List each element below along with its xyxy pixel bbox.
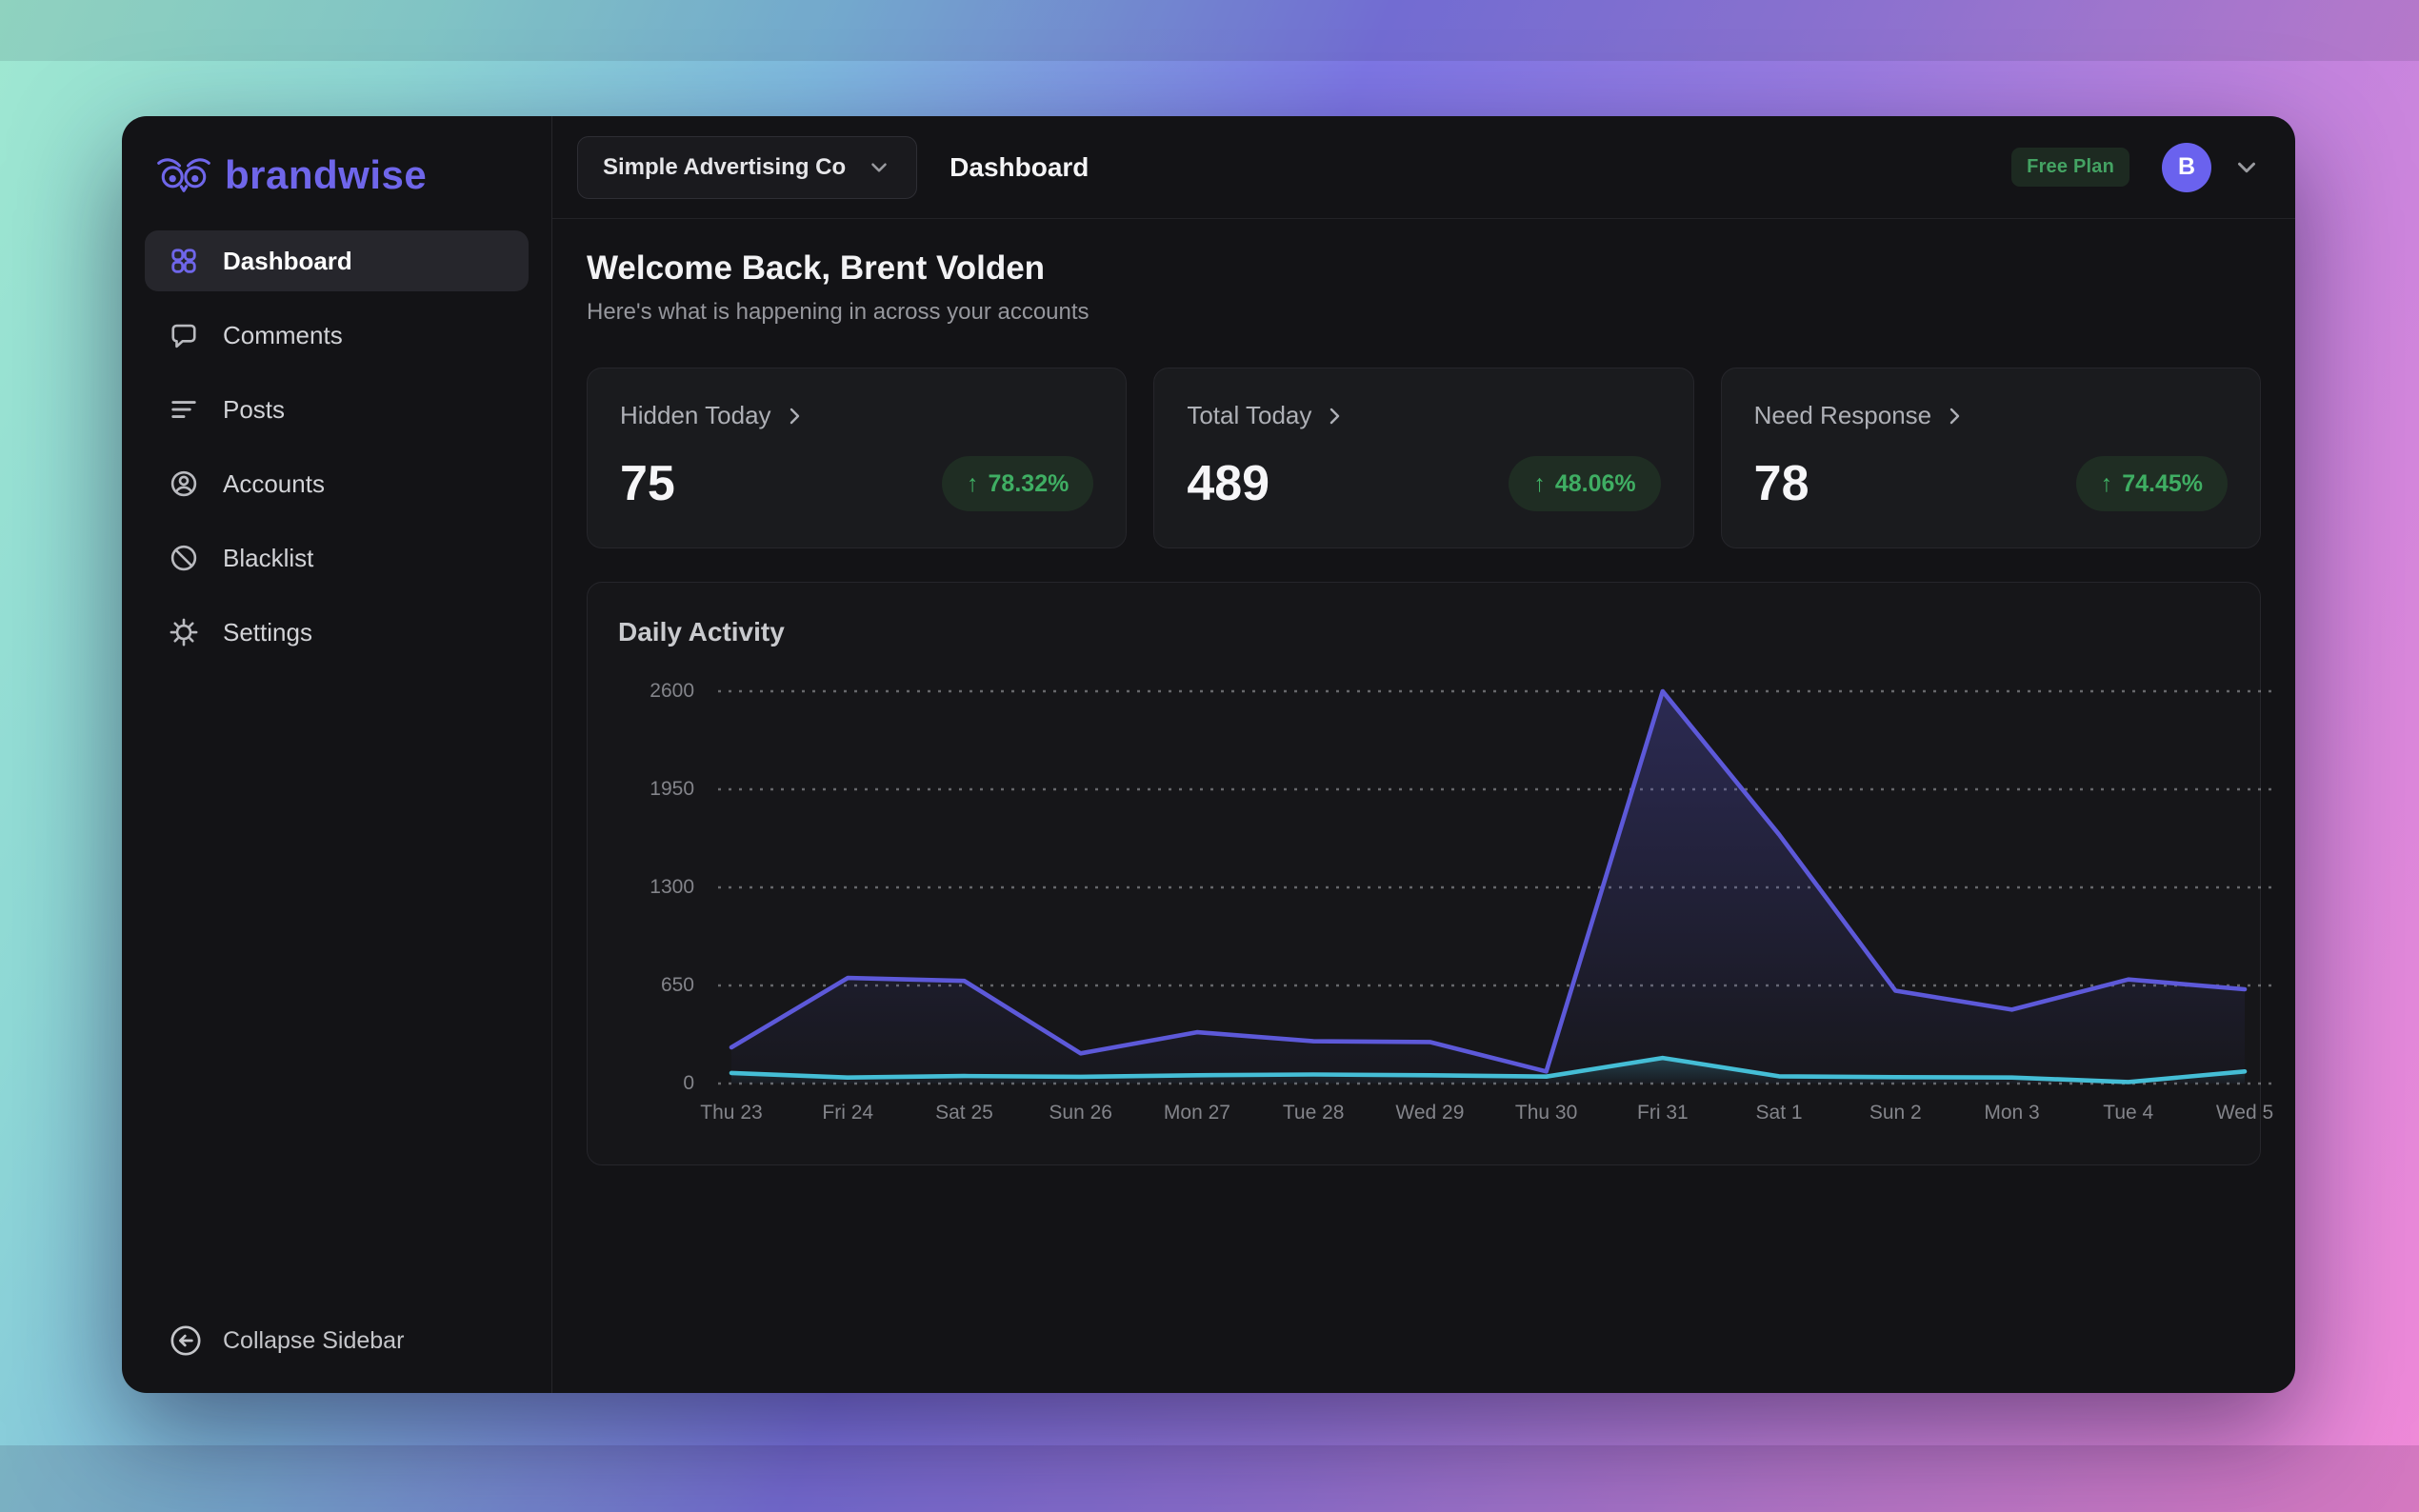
x-tick-label: Mon 3	[1984, 1102, 2039, 1124]
daily-activity-chart	[718, 678, 2280, 1102]
x-tick-label: Tue 28	[1283, 1102, 1345, 1124]
sidebar-item-label: Posts	[223, 395, 285, 425]
sidebar-item-dashboard[interactable]: Dashboard	[145, 230, 529, 291]
chart-title: Daily Activity	[618, 617, 785, 647]
collapse-arrow-icon	[170, 1324, 202, 1357]
stat-delta-badge: ↑ 48.06%	[1509, 456, 1660, 511]
desktop-background: brandwise Dashboard	[0, 0, 2419, 1512]
sidebar-item-posts[interactable]: Posts	[145, 379, 529, 440]
workspace-name: Simple Advertising Co	[603, 154, 846, 181]
x-tick-label: Thu 30	[1515, 1102, 1577, 1124]
sidebar-item-label: Dashboard	[223, 247, 352, 276]
stat-delta-value: 48.06%	[1555, 470, 1636, 498]
x-tick-label: Sat 25	[935, 1102, 993, 1124]
stat-delta-badge: ↑ 78.32%	[942, 456, 1093, 511]
y-tick-label: 650	[614, 974, 694, 997]
sidebar-nav: Dashboard Comments	[145, 230, 529, 663]
stat-label: Need Response	[1754, 401, 1931, 430]
sidebar-item-label: Blacklist	[223, 544, 313, 573]
sidebar-item-settings[interactable]: Settings	[145, 602, 529, 663]
speech-bubble-icon	[170, 321, 198, 349]
brand-name: brandwise	[225, 152, 427, 198]
stat-cards-row: Hidden Today 75 ↑ 78.32%	[587, 368, 2261, 548]
stat-delta-value: 74.45%	[2122, 470, 2203, 498]
chevron-right-icon	[1323, 405, 1346, 428]
chevron-down-icon	[867, 155, 891, 180]
owl-logo-icon	[156, 155, 211, 195]
up-arrow-icon: ↑	[1533, 470, 1546, 498]
sidebar-item-label: Settings	[223, 618, 312, 647]
stat-card-need-response: Need Response 78 ↑ 74.45%	[1721, 368, 2261, 548]
up-arrow-icon: ↑	[967, 470, 979, 498]
collapse-sidebar-label: Collapse Sidebar	[223, 1327, 404, 1355]
user-circle-icon	[170, 469, 198, 498]
background-bottom-band	[0, 1445, 2419, 1512]
x-tick-label: Mon 27	[1164, 1102, 1230, 1124]
stat-card-hidden-today: Hidden Today 75 ↑ 78.32%	[587, 368, 1127, 548]
x-tick-label: Tue 4	[2103, 1102, 2153, 1124]
x-tick-label: Thu 23	[700, 1102, 762, 1124]
up-arrow-icon: ↑	[2101, 470, 2113, 498]
user-menu-chevron-icon[interactable]	[2232, 153, 2261, 182]
welcome-title: Welcome Back, Brent Volden	[587, 249, 2261, 288]
plan-badge: Free Plan	[2011, 148, 2129, 187]
y-tick-label: 2600	[614, 680, 694, 703]
ban-icon	[170, 544, 198, 572]
sidebar-item-comments[interactable]: Comments	[145, 305, 529, 366]
daily-activity-card: Daily Activity	[587, 582, 2261, 1165]
workspace-selector[interactable]: Simple Advertising Co	[577, 136, 917, 199]
x-tick-label: Sun 2	[1869, 1102, 1922, 1124]
x-tick-label: Wed 5	[2216, 1102, 2273, 1124]
x-tick-label: Sun 26	[1049, 1102, 1112, 1124]
x-tick-label: Fri 31	[1637, 1102, 1689, 1124]
stat-label: Total Today	[1187, 401, 1311, 430]
collapse-sidebar-button[interactable]: Collapse Sidebar	[145, 1324, 429, 1357]
app-window: brandwise Dashboard	[122, 116, 2295, 1393]
sidebar-item-accounts[interactable]: Accounts	[145, 453, 529, 514]
lines-icon	[170, 395, 198, 424]
stat-card-link[interactable]: Need Response	[1754, 401, 2228, 430]
sidebar-item-label: Comments	[223, 321, 343, 350]
stat-card-link[interactable]: Hidden Today	[620, 401, 1093, 430]
stat-card-total-today: Total Today 489 ↑ 48.06%	[1153, 368, 1693, 548]
stat-delta-badge: ↑ 74.45%	[2076, 456, 2228, 511]
sidebar-item-label: Accounts	[223, 469, 325, 499]
brand-logo: brandwise	[145, 145, 529, 230]
welcome-subtitle: Here's what is happening in across your …	[587, 299, 2261, 326]
dashboard-content: Welcome Back, Brent Volden Here's what i…	[552, 219, 2295, 1393]
x-tick-label: Wed 29	[1395, 1102, 1464, 1124]
top-bar: Simple Advertising Co Dashboard Free Pla…	[552, 116, 2295, 219]
avatar[interactable]: B	[2162, 143, 2211, 192]
main-area: Simple Advertising Co Dashboard Free Pla…	[552, 116, 2295, 1393]
x-tick-label: Fri 24	[822, 1102, 873, 1124]
x-tick-label: Sat 1	[1756, 1102, 1803, 1124]
stat-card-link[interactable]: Total Today	[1187, 401, 1660, 430]
page-title: Dashboard	[950, 152, 1089, 183]
stat-delta-value: 78.32%	[989, 470, 1070, 498]
background-top-band	[0, 0, 2419, 61]
sidebar: brandwise Dashboard	[122, 116, 552, 1393]
y-tick-label: 1950	[614, 778, 694, 801]
chevron-right-icon	[783, 405, 806, 428]
sidebar-item-blacklist[interactable]: Blacklist	[145, 527, 529, 588]
stat-label: Hidden Today	[620, 401, 771, 430]
gear-icon	[170, 618, 198, 647]
y-tick-label: 0	[614, 1072, 694, 1095]
grid-icon	[170, 247, 198, 275]
chevron-right-icon	[1943, 405, 1966, 428]
y-tick-label: 1300	[614, 876, 694, 899]
